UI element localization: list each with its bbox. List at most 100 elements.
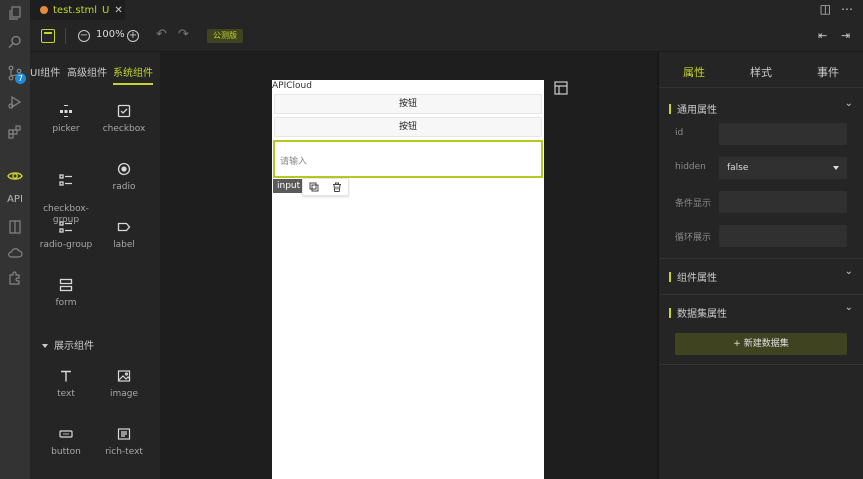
preview-button-2[interactable]: 按钮 — [274, 117, 542, 137]
component-radio[interactable]: radio — [96, 162, 152, 192]
preview-input-selected[interactable]: 请输入 — [273, 140, 543, 178]
toolbar-divider — [65, 28, 66, 44]
copy-icon[interactable] — [309, 182, 319, 192]
component-picker[interactable]: picker — [38, 104, 94, 134]
input-placeholder: 请输入 — [280, 157, 308, 167]
section-divider — [659, 258, 863, 259]
zoom-level: 100% — [96, 29, 125, 40]
tab-untracked-flag: U — [102, 4, 110, 16]
field-label-id: id — [675, 128, 684, 138]
run-debug-icon[interactable] — [0, 89, 30, 115]
explorer-icon[interactable] — [0, 0, 30, 26]
activity-bar: 7 API — [0, 0, 30, 479]
designer-toolbar: − 100% + ↶ ↷ 公测版 ⇤ ⇥ — [30, 20, 863, 52]
cloud-icon[interactable] — [0, 240, 30, 266]
preview-eye-icon[interactable] — [0, 163, 30, 189]
rich-text-icon — [117, 428, 131, 440]
component-checkbox[interactable]: checkbox — [96, 104, 152, 134]
split-editor-icon[interactable]: ◫ — [820, 2, 831, 16]
list-icon — [59, 174, 72, 186]
chevron-down-icon[interactable]: ⌄ — [845, 266, 853, 277]
collapse-right-icon[interactable]: ⇥ — [841, 29, 850, 42]
selected-element-tag: input — [273, 179, 305, 193]
general-attributes-section[interactable]: 通用属性 — [669, 101, 717, 116]
collapse-left-icon[interactable]: ⇤ — [818, 29, 827, 42]
condition-input[interactable] — [719, 191, 847, 213]
close-icon[interactable]: ✕ — [114, 5, 122, 16]
element-toolbar — [302, 178, 349, 196]
field-label-loop: 循环展示 — [675, 233, 712, 243]
document-icon[interactable] — [0, 214, 30, 240]
tab-ui-components[interactable]: UI组件 — [30, 64, 60, 79]
tab-events[interactable]: 事件 — [817, 64, 839, 80]
phone-preview[interactable]: APICloud 按钮 按钮 请输入 input — [272, 80, 544, 479]
component-label: radio-group — [39, 240, 93, 250]
design-canvas: APICloud 按钮 按钮 请输入 input — [160, 52, 657, 479]
code-view-icon[interactable] — [41, 29, 55, 43]
new-dataset-button[interactable]: + 新建数据集 — [675, 333, 847, 355]
list-icon — [59, 221, 72, 233]
plugin-icon[interactable] — [0, 265, 30, 291]
source-control-badge: 7 — [15, 73, 26, 84]
field-label-hidden: hidden — [675, 162, 706, 172]
source-control-icon[interactable]: 7 — [0, 60, 30, 86]
hidden-select[interactable]: false — [719, 157, 847, 179]
chevron-down-icon[interactable]: ⌄ — [845, 98, 853, 109]
properties-panel: 属性 样式 事件 通用属性 ⌄ id hidden false 条件显示 循环展… — [657, 52, 863, 479]
more-actions-icon[interactable]: ⋯ — [841, 2, 853, 16]
redo-icon[interactable]: ↷ — [178, 27, 189, 42]
component-button[interactable]: button — [38, 427, 94, 457]
component-form[interactable]: form — [38, 278, 94, 308]
component-label: radio — [112, 182, 136, 192]
tab-test-stml[interactable]: test.stml U ✕ — [30, 0, 125, 20]
search-icon[interactable] — [0, 29, 30, 55]
label-icon — [117, 222, 131, 232]
delete-icon[interactable] — [332, 182, 342, 192]
component-radio-group[interactable]: radio-group — [38, 220, 94, 250]
checkbox-icon — [117, 104, 131, 118]
loop-input[interactable] — [719, 225, 847, 247]
editor-tab-bar: test.stml U ✕ ◫ ⋯ — [30, 0, 863, 20]
zoom-in-button[interactable]: + — [127, 30, 139, 42]
dataset-attributes-section[interactable]: 数据集属性 — [669, 305, 727, 320]
component-label: rich-text — [105, 447, 143, 457]
component-label: button — [51, 447, 81, 457]
form-icon — [59, 278, 73, 292]
component-label: image — [109, 389, 139, 399]
tab-advanced-components[interactable]: 高级组件 — [67, 64, 107, 79]
extensions-icon[interactable] — [0, 119, 30, 145]
chevron-down-icon[interactable]: ⌄ — [845, 302, 853, 313]
image-icon — [117, 370, 131, 382]
section-divider — [659, 294, 863, 295]
display-components-section[interactable]: 展示组件 — [42, 337, 94, 352]
tab-attributes[interactable]: 属性 — [683, 64, 705, 80]
component-label: form — [55, 298, 77, 308]
section-divider — [659, 364, 863, 365]
text-icon — [61, 370, 71, 382]
component-label: label — [113, 240, 135, 250]
undo-icon[interactable]: ↶ — [156, 27, 167, 42]
tab-filename: test.stml — [53, 4, 98, 16]
section-title: 展示组件 — [54, 341, 94, 352]
component-attributes-section[interactable]: 组件属性 — [669, 269, 717, 284]
api-label[interactable]: API — [0, 194, 30, 205]
component-label: text — [57, 389, 75, 399]
tab-system-components[interactable]: 系统组件 — [113, 64, 153, 85]
field-label-condition: 条件显示 — [675, 199, 712, 209]
component-panel: UI组件 高级组件 系统组件 picker checkbox checkbox-… — [30, 52, 160, 479]
component-label: picker — [52, 124, 80, 134]
caret-down-icon — [42, 344, 48, 348]
preview-button-1[interactable]: 按钮 — [274, 94, 542, 114]
layout-icon[interactable] — [554, 81, 568, 95]
properties-tabs: 属性 样式 事件 — [659, 52, 863, 88]
component-rich-text[interactable]: rich-text — [96, 427, 152, 457]
zoom-out-button[interactable]: − — [78, 30, 90, 42]
component-image[interactable]: image — [96, 369, 152, 399]
component-text[interactable]: text — [38, 369, 94, 399]
button-icon — [59, 430, 73, 438]
id-input[interactable] — [719, 123, 847, 145]
tab-styles[interactable]: 样式 — [750, 64, 772, 80]
component-label[interactable]: label — [96, 220, 152, 250]
component-checkbox-group[interactable]: checkbox- group — [38, 162, 94, 226]
beta-badge: 公测版 — [207, 29, 243, 43]
